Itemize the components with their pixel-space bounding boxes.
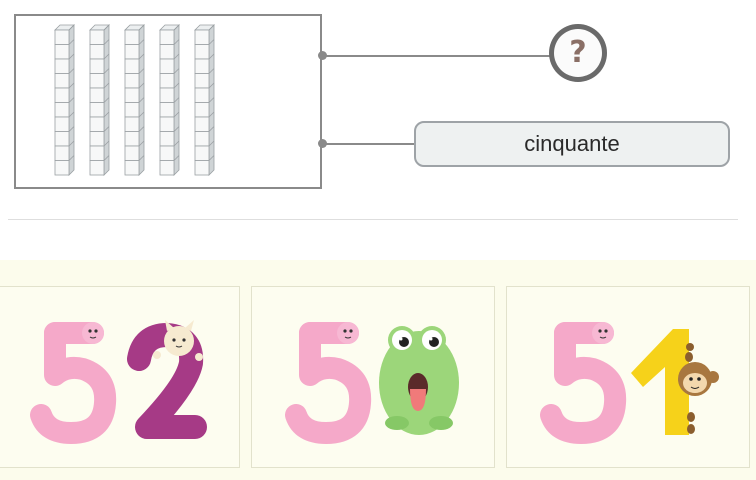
unit-cube bbox=[89, 116, 105, 132]
worm-five-icon bbox=[30, 322, 117, 444]
unit-cube bbox=[89, 29, 105, 45]
unit-cube bbox=[54, 131, 70, 147]
question-mark-icon: ? bbox=[554, 29, 602, 77]
number-52-illustration bbox=[30, 320, 207, 444]
unit-cube bbox=[194, 145, 210, 161]
unit-cube bbox=[159, 160, 175, 176]
unit-cube bbox=[159, 116, 175, 132]
unit-cube bbox=[159, 58, 175, 74]
unit-cube bbox=[194, 44, 210, 60]
worm-five-icon bbox=[540, 322, 627, 444]
unit-cube bbox=[54, 58, 70, 74]
unit-cube bbox=[89, 87, 105, 103]
unit-cube bbox=[194, 102, 210, 118]
unit-cube bbox=[159, 73, 175, 89]
number-word-label: cinquante bbox=[414, 121, 730, 167]
unit-cube bbox=[124, 29, 140, 45]
unit-cube bbox=[124, 58, 140, 74]
ten-rod bbox=[89, 24, 110, 176]
unit-cube bbox=[194, 160, 210, 176]
unit-cube bbox=[89, 44, 105, 60]
unit-cube bbox=[54, 116, 70, 132]
unit-cube bbox=[124, 87, 140, 103]
ten-rod bbox=[194, 24, 215, 176]
number-51-illustration bbox=[540, 322, 719, 444]
ten-rod bbox=[54, 24, 75, 176]
unit-cube bbox=[89, 145, 105, 161]
unit-cube bbox=[89, 160, 105, 176]
connector-line-bottom bbox=[322, 143, 414, 145]
unit-cube bbox=[54, 87, 70, 103]
unit-cube bbox=[159, 29, 175, 45]
unit-cube bbox=[124, 73, 140, 89]
unit-cube bbox=[194, 87, 210, 103]
unit-cube bbox=[194, 73, 210, 89]
unit-cube bbox=[124, 116, 140, 132]
unit-cube bbox=[159, 102, 175, 118]
unit-cube bbox=[194, 131, 210, 147]
unit-cube bbox=[89, 102, 105, 118]
unit-cube bbox=[159, 145, 175, 161]
frog-zero-icon bbox=[379, 326, 459, 435]
unit-cube bbox=[194, 29, 210, 45]
ten-rod bbox=[124, 24, 145, 176]
unit-cube bbox=[159, 44, 175, 60]
unknown-answer-circle: ? bbox=[549, 24, 607, 82]
unit-cube bbox=[124, 160, 140, 176]
unit-cube bbox=[54, 160, 70, 176]
unit-cube bbox=[54, 44, 70, 60]
unit-cube bbox=[54, 102, 70, 118]
unit-cube bbox=[124, 44, 140, 60]
section-divider bbox=[8, 219, 738, 220]
unit-cube bbox=[54, 29, 70, 45]
unit-cube bbox=[54, 145, 70, 161]
unit-cube bbox=[89, 131, 105, 147]
base-ten-blocks bbox=[54, 24, 215, 176]
choice-card-51[interactable]: 51 bbox=[506, 286, 750, 468]
unit-cube bbox=[54, 73, 70, 89]
unit-cube bbox=[124, 131, 140, 147]
unit-cube bbox=[124, 102, 140, 118]
connector-line-top bbox=[322, 55, 550, 57]
unit-cube bbox=[124, 145, 140, 161]
base-ten-blocks-frame bbox=[14, 14, 322, 189]
ten-rod bbox=[159, 24, 180, 176]
choice-card-52[interactable]: 52 bbox=[0, 286, 240, 468]
unit-cube bbox=[159, 131, 175, 147]
unit-cube bbox=[89, 73, 105, 89]
choice-card-50[interactable]: 50 bbox=[251, 286, 495, 468]
unit-cube bbox=[194, 58, 210, 74]
unit-cube bbox=[159, 87, 175, 103]
unit-cube bbox=[194, 116, 210, 132]
worm-five-icon bbox=[285, 322, 372, 444]
number-50-illustration bbox=[285, 322, 459, 444]
unit-cube bbox=[89, 58, 105, 74]
